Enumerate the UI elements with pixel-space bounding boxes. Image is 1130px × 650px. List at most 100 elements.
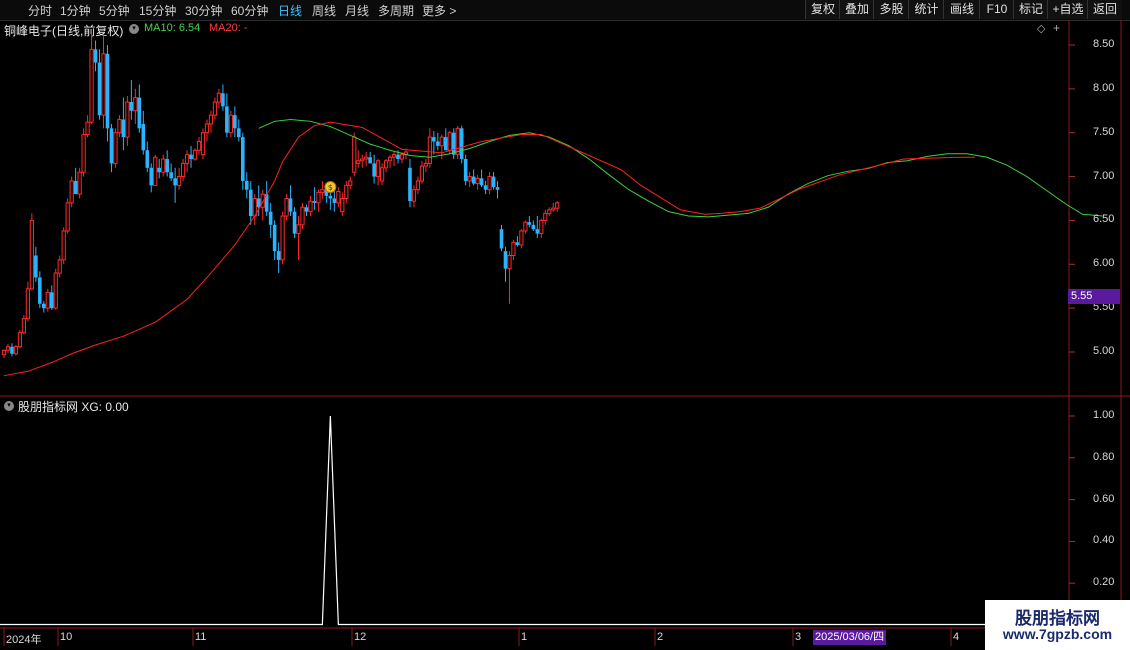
price-tick: 8.50 [1093, 38, 1115, 50]
candle [527, 216, 532, 228]
current-price-tag: 5.55 [1068, 289, 1120, 304]
candle [93, 40, 98, 72]
candle [451, 128, 456, 160]
candle [547, 207, 552, 217]
candle [129, 80, 134, 120]
price-tick: 8.00 [1093, 81, 1115, 94]
date-axis-label: 2 [657, 631, 664, 643]
price-tick: 5.00 [1093, 345, 1115, 357]
candle [121, 97, 126, 151]
candle [368, 152, 372, 164]
candle [216, 88, 222, 109]
candle [5, 344, 11, 353]
candle [280, 211, 285, 265]
candle [85, 115, 90, 138]
candle [192, 148, 198, 161]
watermark: 股朋指标网 www.7gpzb.com [985, 600, 1130, 650]
candle [125, 95, 130, 146]
candle [479, 169, 484, 188]
candle [336, 187, 341, 208]
candle [356, 150, 361, 168]
candle [507, 251, 512, 304]
candle [189, 145, 193, 168]
candle [432, 130, 436, 155]
candle [38, 271, 42, 309]
candle [383, 159, 389, 173]
candle [101, 36, 106, 129]
candle [332, 189, 337, 212]
candle [499, 224, 504, 252]
candle [284, 194, 289, 221]
indicator-tick: 0.80 [1093, 450, 1115, 463]
candle [344, 180, 349, 203]
date-axis-label: 12 [354, 631, 367, 643]
candle [109, 123, 114, 173]
candle [411, 185, 417, 208]
candle [511, 239, 516, 260]
candle [455, 125, 460, 160]
candle [364, 152, 369, 167]
kline-chart[interactable]: $ [0, 0, 1130, 650]
candle [181, 159, 186, 181]
candle [42, 301, 46, 313]
candle [387, 154, 393, 168]
candle [157, 159, 162, 179]
candle [491, 172, 496, 190]
candle [372, 154, 376, 184]
indicator-tick: 0.20 [1093, 576, 1115, 589]
date-axis-label: 1 [521, 631, 528, 643]
candle [475, 174, 480, 190]
candle [503, 246, 508, 282]
candle [543, 209, 548, 225]
price-tick: 6.50 [1093, 213, 1115, 226]
candle [69, 176, 74, 208]
candle [296, 216, 301, 260]
candle [376, 159, 381, 186]
candle [105, 45, 110, 142]
candle [423, 159, 428, 173]
candle [184, 150, 190, 173]
price-tick: 6.00 [1093, 257, 1115, 270]
candle [17, 330, 23, 349]
candle [177, 167, 182, 190]
svg-text:$: $ [328, 183, 333, 192]
candle [228, 110, 233, 138]
candle [304, 204, 309, 217]
candle [348, 176, 353, 190]
candle [340, 192, 345, 217]
candle [531, 220, 536, 231]
candle [408, 159, 412, 208]
date-axis-label: 11 [195, 631, 207, 643]
candle [233, 106, 237, 138]
candle [204, 119, 210, 142]
candle [463, 154, 468, 186]
candle [260, 189, 265, 221]
candle [320, 180, 325, 199]
right-side-panel[interactable] [1121, 22, 1130, 392]
ma20-line [3, 121, 976, 377]
candle [173, 167, 177, 203]
candle [149, 163, 154, 193]
candle [225, 93, 229, 138]
candle [288, 185, 293, 217]
candle [241, 132, 245, 190]
candle [34, 246, 38, 282]
candle [10, 343, 14, 357]
highlight-date: 2025/03/06/四 [813, 630, 887, 645]
candle [292, 207, 297, 238]
candle [360, 154, 365, 168]
candle [443, 128, 448, 151]
watermark-line2: www.7gpzb.com [1002, 626, 1113, 642]
money-bag-icon: $ [324, 181, 337, 193]
candle [535, 216, 540, 238]
candle [49, 285, 54, 310]
candle [133, 88, 138, 124]
candle [391, 152, 397, 167]
candle [61, 227, 66, 265]
candle [308, 195, 313, 217]
candle [21, 315, 26, 335]
candle [145, 141, 150, 173]
candle [25, 281, 30, 322]
candle [555, 201, 560, 212]
candle [200, 128, 206, 160]
